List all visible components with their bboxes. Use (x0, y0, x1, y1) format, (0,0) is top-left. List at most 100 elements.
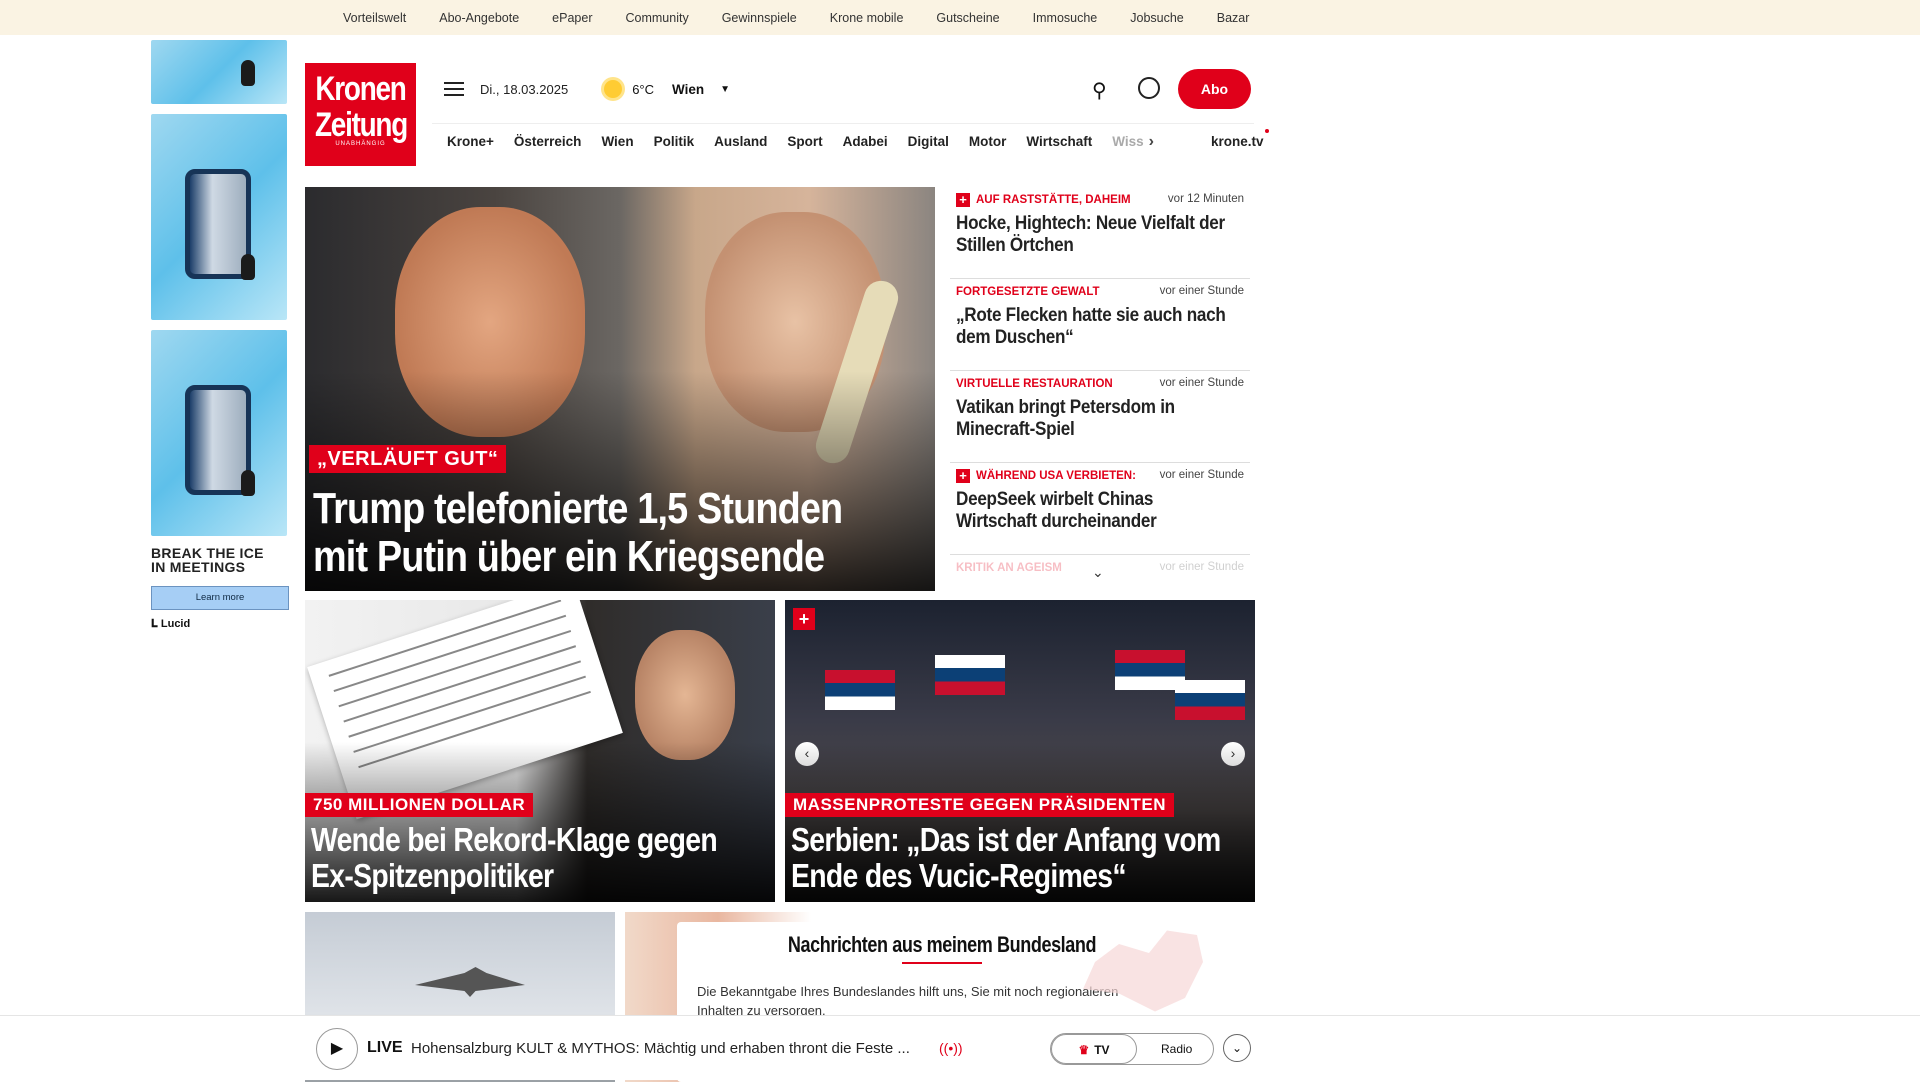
item-category: WÄHREND USA VERBIETEN: (976, 470, 1136, 482)
service-link-krone-mobile[interactable]: Krone mobile (830, 11, 904, 25)
title-underline (902, 962, 982, 964)
item-category: FORTGESETZTE GEWALT (956, 286, 1100, 298)
chevron-down-icon[interactable]: ⌄ (1223, 1034, 1251, 1062)
broadcast-icon: ((•)) (939, 1040, 963, 1056)
krone-plus-icon: + (956, 193, 970, 207)
menu-icon[interactable] (444, 82, 464, 96)
latest-news-list: + AUF RASTSTÄTTE, DAHEIM vor 12 Minuten H… (950, 187, 1250, 585)
service-link-jobsuche[interactable]: Jobsuche (1130, 11, 1184, 25)
toggle-tv[interactable]: ♛ TV (1051, 1034, 1137, 1064)
temperature: 6°C (632, 81, 655, 97)
crown-icon: ♛ (1078, 1043, 1090, 1057)
nav-item-adabei[interactable]: Adabei (843, 134, 888, 149)
flag-image (1175, 680, 1245, 720)
chevron-down-icon[interactable]: ⌄ (1092, 564, 1104, 581)
ad-image (151, 330, 287, 536)
krone-plus-icon: + (793, 608, 815, 630)
service-link-gewinnspiele[interactable]: Gewinnspiele (722, 11, 797, 25)
nav-item-oesterreich[interactable]: Österreich (514, 134, 582, 149)
sidebar-ad[interactable]: ▷✕ BREAK THE ICE IN MEETINGS Learn more … (151, 40, 299, 631)
service-link-community[interactable]: Community (625, 11, 688, 25)
card-kicker: 750 MILLIONEN DOLLAR (305, 793, 534, 817)
header: Di., 18.03.2025 6°C Wien ▼ ⚲ Abo (430, 68, 1251, 110)
nav-item-ausland[interactable]: Ausland (714, 134, 767, 149)
penguin-icon (241, 254, 255, 280)
city-selector[interactable]: Wien (672, 82, 704, 97)
nav-item-wien[interactable]: Wien (601, 134, 633, 149)
item-category: VIRTUELLE RESTAURATION (956, 378, 1113, 390)
person-photo (635, 630, 735, 760)
item-title[interactable]: DeepSeek wirbelt Chinas Wirtschaft durch… (956, 489, 1226, 533)
hero-story[interactable]: „VERLÄUFT GUT“ Trump telefonierte 1,5 St… (305, 187, 935, 591)
fighter-jet-image (415, 967, 525, 997)
sun-icon (604, 80, 623, 98)
toggle-radio[interactable]: Radio (1161, 1034, 1192, 1064)
hero-title[interactable]: Trump telefonierte 1,5 Stunden mit Putin… (313, 485, 846, 581)
search-icon[interactable]: ⚲ (1092, 78, 1107, 103)
flag-image (825, 670, 895, 710)
play-icon[interactable]: ▶ (316, 1028, 358, 1070)
ad-brand-label: Lucid (160, 618, 191, 630)
hero-kicker: „VERLÄUFT GUT“ (309, 445, 507, 473)
story-card[interactable]: 750 MILLIONEN DOLLAR Wende bei Rekord-Kl… (305, 600, 775, 902)
nav-item-krone-plus[interactable]: Krone+ (447, 134, 494, 149)
nav-item-politik[interactable]: Politik (654, 134, 695, 149)
list-item[interactable]: + AUF RASTSTÄTTE, DAHEIM vor 12 Minuten H… (950, 187, 1250, 279)
service-bar: Vorteilswelt Abo-Angebote ePaper Communi… (0, 0, 1920, 35)
penguin-icon (241, 470, 255, 496)
nav-item-wissen[interactable]: Wiss (1112, 134, 1143, 149)
site-logo[interactable]: Kronen Zeitung UNABHÄNGIG (305, 63, 416, 166)
item-title[interactable]: „Rote Flecken hatte sie auch nach dem Du… (956, 305, 1226, 349)
nav-item-sport[interactable]: Sport (787, 134, 822, 149)
logo-line2: Zeitung (314, 106, 408, 144)
service-link-gutscheine[interactable]: Gutscheine (936, 11, 999, 25)
ad-image (151, 40, 287, 104)
service-link-bazar[interactable]: Bazar (1217, 11, 1250, 25)
service-link-abo-angebote[interactable]: Abo-Angebote (439, 11, 519, 25)
live-title[interactable]: Hohensalzburg KULT & MYTHOS: Mächtig und… (411, 1040, 910, 1057)
ad-headline: BREAK THE ICE (151, 545, 264, 561)
live-label: LIVE (367, 1039, 403, 1056)
nav-item-digital[interactable]: Digital (908, 134, 949, 149)
service-link-vorteilswelt[interactable]: Vorteilswelt (343, 11, 406, 25)
current-date: Di., 18.03.2025 (480, 81, 569, 97)
item-category: KRITIK AN AGEISM (956, 562, 1062, 574)
toggle-tv-label: TV (1094, 1043, 1110, 1057)
main-nav: Krone+ Österreich Wien Politik Ausland S… (432, 123, 1269, 159)
live-dot-icon (1265, 129, 1269, 133)
ad-brand: 𝐋 Lucid (151, 618, 191, 630)
item-title[interactable]: Vatikan bringt Petersdom in Minecraft-Sp… (956, 397, 1226, 441)
chevron-right-icon[interactable]: › (1149, 133, 1154, 151)
tv-radio-toggle[interactable]: ♛ TV Radio (1050, 1033, 1214, 1065)
item-title[interactable]: Hocke, Hightech: Neue Vielfalt der Still… (956, 213, 1226, 257)
live-player-bar: ▶ LIVE Hohensalzburg KULT & MYTHOS: Mäch… (0, 1015, 1920, 1080)
nav-item-wirtschaft[interactable]: Wirtschaft (1026, 134, 1092, 149)
ad-learn-more-button[interactable]: Learn more (151, 586, 289, 610)
item-time: vor einer Stunde (1159, 469, 1244, 481)
card-kicker: MASSENPROTESTE GEGEN PRÄSIDENTEN (785, 793, 1175, 817)
story-card[interactable]: + ‹ › MASSENPROTESTE GEGEN PRÄSIDENTEN S… (785, 600, 1255, 902)
service-link-immosuche[interactable]: Immosuche (1033, 11, 1098, 25)
penguin-icon (241, 60, 255, 86)
item-time: vor einer Stunde (1159, 561, 1244, 573)
card-title[interactable]: Wende bei Rekord-Klage gegen Ex-Spitzenp… (311, 822, 741, 894)
list-item[interactable]: + WÄHREND USA VERBIETEN: vor einer Stunde… (950, 463, 1250, 555)
krone-plus-icon: + (956, 469, 970, 483)
chevron-down-icon[interactable]: ▼ (720, 84, 730, 95)
service-link-epaper[interactable]: ePaper (552, 11, 592, 25)
ad-headline: IN MEETINGS (151, 559, 246, 575)
item-time: vor 12 Minuten (1167, 193, 1244, 205)
item-category: AUF RASTSTÄTTE, DAHEIM (976, 194, 1131, 206)
user-icon[interactable] (1138, 77, 1160, 99)
nav-item-motor[interactable]: Motor (969, 134, 1007, 149)
item-time: vor einer Stunde (1159, 285, 1244, 297)
flag-image (935, 655, 1005, 695)
card-title[interactable]: Serbien: „Das ist der Anfang vom Ende de… (791, 822, 1221, 894)
bundesland-title: Nachrichten aus meinem Bundesland (787, 932, 1097, 957)
abo-button[interactable]: Abo (1178, 69, 1251, 109)
logo-line1: Kronen (315, 70, 406, 108)
list-item[interactable]: VIRTUELLE RESTAURATION vor einer Stunde … (950, 371, 1250, 463)
ad-image (151, 114, 287, 320)
list-item[interactable]: FORTGESETZTE GEWALT vor einer Stunde „Ro… (950, 279, 1250, 371)
nav-item-krone-tv[interactable]: krone.tv (1211, 134, 1264, 149)
